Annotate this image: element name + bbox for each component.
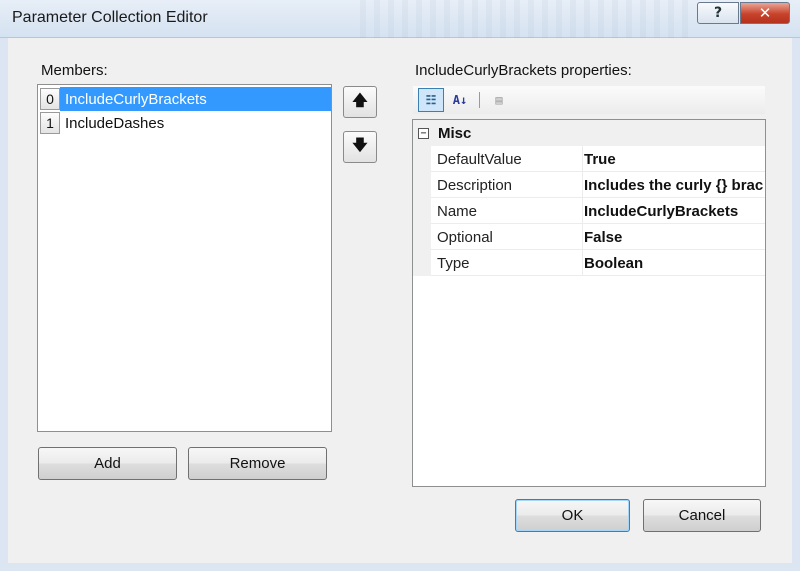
category-misc[interactable]: − Misc bbox=[413, 120, 765, 146]
category-label: Misc bbox=[438, 124, 472, 142]
property-name: Description bbox=[437, 176, 513, 194]
ok-button[interactable]: OK bbox=[515, 499, 630, 532]
property-row[interactable]: Description Includes the curly {} brac bbox=[431, 172, 765, 198]
property-value[interactable]: IncludeCurlyBrackets bbox=[582, 198, 765, 224]
property-value[interactable]: Boolean bbox=[582, 250, 765, 276]
property-value[interactable]: False bbox=[582, 224, 765, 250]
close-icon: ✕ bbox=[758, 4, 772, 22]
property-value[interactable]: Includes the curly {} brac bbox=[582, 172, 765, 198]
remove-button[interactable]: Remove bbox=[188, 447, 327, 480]
properties-label: IncludeCurlyBrackets properties: bbox=[415, 62, 632, 79]
grid-margin bbox=[413, 146, 431, 276]
close-button[interactable]: ✕ bbox=[740, 2, 790, 24]
move-down-button[interactable]: 🡇 bbox=[343, 131, 377, 163]
categorized-button[interactable]: ☷ bbox=[418, 88, 444, 112]
categorized-icon: ☷ bbox=[425, 93, 437, 107]
property-name: Optional bbox=[437, 228, 493, 246]
property-name: Name bbox=[437, 202, 478, 220]
add-button[interactable]: Add bbox=[38, 447, 177, 480]
cancel-button[interactable]: Cancel bbox=[643, 499, 761, 532]
title-bar-background bbox=[360, 0, 690, 38]
property-row[interactable]: Type Boolean bbox=[431, 250, 765, 276]
property-name: Type bbox=[437, 254, 470, 272]
help-button[interactable]: ? bbox=[697, 2, 739, 24]
list-item[interactable]: 0 IncludeCurlyBrackets bbox=[39, 87, 331, 111]
window-title: Parameter Collection Editor bbox=[12, 9, 208, 26]
property-pages-icon: ▤ bbox=[495, 93, 503, 107]
property-pages-button[interactable]: ▤ bbox=[486, 88, 512, 112]
sort-alpha-icon: A↓ bbox=[452, 93, 468, 107]
title-bar: Parameter Collection Editor ? ✕ bbox=[0, 0, 800, 38]
property-value[interactable]: True bbox=[582, 146, 765, 172]
help-icon: ? bbox=[713, 5, 723, 21]
alphabetical-button[interactable]: A↓ bbox=[447, 88, 473, 112]
member-name: IncludeCurlyBrackets bbox=[60, 87, 331, 111]
list-item[interactable]: 1 IncludeDashes bbox=[39, 111, 331, 135]
property-row[interactable]: Name IncludeCurlyBrackets bbox=[431, 198, 765, 224]
move-up-button[interactable]: 🡅 bbox=[343, 86, 377, 118]
collapse-icon[interactable]: − bbox=[418, 127, 429, 139]
members-list[interactable]: 0 IncludeCurlyBrackets 1 IncludeDashes bbox=[37, 84, 332, 432]
property-row[interactable]: Optional False bbox=[431, 224, 765, 250]
member-name: IncludeDashes bbox=[65, 114, 165, 132]
members-label: Members: bbox=[41, 62, 108, 79]
arrow-down-icon: 🡇 bbox=[352, 135, 368, 154]
property-name: DefaultValue bbox=[437, 150, 522, 168]
arrow-up-icon: 🡅 bbox=[352, 90, 368, 109]
property-row[interactable]: DefaultValue True bbox=[431, 146, 765, 172]
toolbar-separator bbox=[479, 92, 480, 108]
member-index: 0 bbox=[40, 88, 60, 110]
property-grid-toolbar: ☷ A↓ ▤ bbox=[413, 86, 765, 114]
property-grid[interactable]: − Misc DefaultValue True Description Inc… bbox=[412, 119, 766, 487]
member-index: 1 bbox=[40, 112, 60, 134]
